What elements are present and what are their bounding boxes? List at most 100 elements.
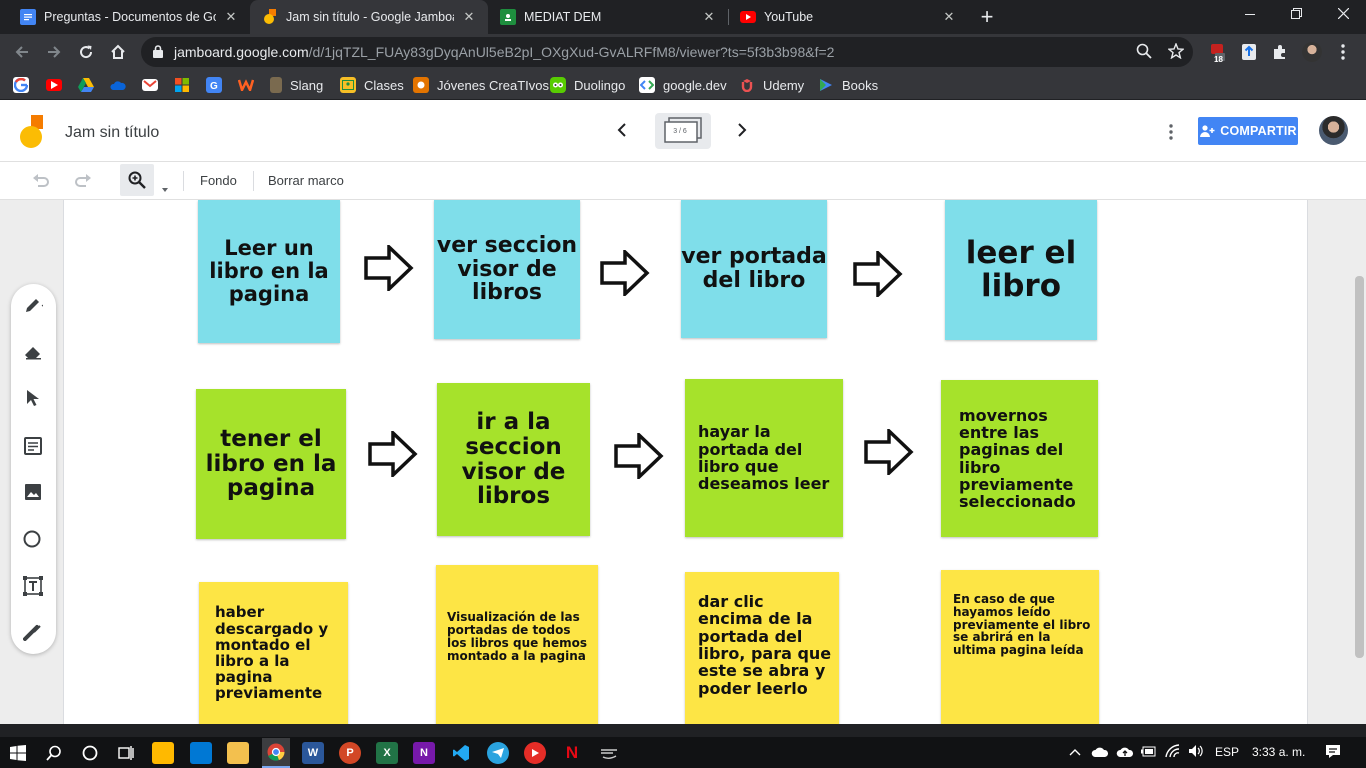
- address-bar[interactable]: jamboard.google.com/d/1jqTZL_FUAy83gDyqA…: [141, 37, 1193, 67]
- search-icon[interactable]: [43, 742, 65, 764]
- vertical-scrollbar[interactable]: [1355, 276, 1364, 658]
- new-tab-button[interactable]: +: [977, 4, 997, 30]
- previous-frame-icon[interactable]: [614, 122, 630, 143]
- sticky-note[interactable]: ir a la seccion visor de libros: [437, 383, 590, 536]
- vscode-icon[interactable]: [450, 742, 472, 764]
- store-icon[interactable]: [152, 742, 174, 764]
- battery-icon[interactable]: [1141, 746, 1157, 760]
- notifications-icon[interactable]: [1325, 744, 1341, 762]
- word-icon[interactable]: W: [302, 742, 324, 764]
- zoom-icon[interactable]: [1136, 43, 1152, 64]
- file-explorer-icon[interactable]: [227, 742, 249, 764]
- forward-button[interactable]: [42, 40, 66, 64]
- redo-icon[interactable]: [74, 173, 92, 194]
- eraser-tool-icon[interactable]: [21, 340, 45, 364]
- account-avatar[interactable]: [1319, 116, 1348, 145]
- bookmark-drive[interactable]: [78, 76, 102, 94]
- shape-tool-icon[interactable]: [21, 527, 45, 551]
- tab-google-docs[interactable]: Preguntas - Documentos de Google ✕: [8, 0, 250, 34]
- powerpoint-icon[interactable]: P: [339, 742, 361, 764]
- wifi-icon[interactable]: [1165, 744, 1181, 761]
- close-icon[interactable]: ✕: [224, 9, 238, 25]
- excel-icon[interactable]: X: [376, 742, 398, 764]
- bookmark-translate[interactable]: G: [206, 76, 230, 94]
- bookmark-clases[interactable]: Clases: [340, 76, 404, 94]
- sticky-note[interactable]: leer el libro: [945, 200, 1097, 340]
- reload-button[interactable]: [74, 40, 98, 64]
- show-hidden-icons-icon[interactable]: [1069, 745, 1081, 759]
- bookmark-office[interactable]: [174, 76, 198, 94]
- jam-title[interactable]: Jam sin título: [65, 124, 159, 142]
- bookmark-star-icon[interactable]: [1167, 42, 1185, 64]
- zoom-button[interactable]: [120, 164, 154, 196]
- profile-avatar[interactable]: [1302, 42, 1322, 62]
- close-icon[interactable]: ✕: [462, 9, 476, 25]
- bookmark-books[interactable]: Books: [818, 76, 878, 94]
- select-tool-icon[interactable]: [21, 386, 45, 410]
- sticky-note[interactable]: ver portada del libro: [681, 200, 827, 338]
- frame-bar-button[interactable]: 3 / 6: [655, 113, 711, 149]
- volume-icon[interactable]: [1188, 744, 1204, 761]
- tab-youtube[interactable]: YouTube ✕: [728, 0, 968, 34]
- bookmark-google[interactable]: [13, 76, 37, 94]
- clock[interactable]: 3:33 a. m.: [1252, 745, 1305, 759]
- jamboard-logo-icon[interactable]: [19, 115, 45, 154]
- right-arrow-icon[interactable]: [614, 433, 664, 479]
- jam-frame[interactable]: Leer un libro en la pagina ver seccion v…: [63, 200, 1308, 724]
- right-arrow-icon[interactable]: [600, 250, 650, 296]
- sticky-note[interactable]: Visualización de las portadas de todos l…: [436, 565, 598, 724]
- puzzle-extensions-icon[interactable]: [1270, 42, 1290, 62]
- upload-extension-icon[interactable]: [1239, 42, 1259, 62]
- youtube-music-icon[interactable]: [524, 742, 546, 764]
- mail-icon[interactable]: [190, 742, 212, 764]
- clear-frame-button[interactable]: Borrar marco: [268, 173, 344, 188]
- bookmark-udemy[interactable]: Udemy: [739, 76, 804, 94]
- laser-tool-icon[interactable]: [21, 620, 45, 644]
- home-button[interactable]: [106, 40, 130, 64]
- cloud-icon[interactable]: [1091, 746, 1109, 760]
- sticky-note[interactable]: En caso de que hayamos leído previamente…: [941, 570, 1099, 724]
- bookmark-onedrive[interactable]: [110, 76, 134, 94]
- bookmark-google-dev[interactable]: google.dev: [639, 76, 727, 94]
- sticky-note[interactable]: movernos entre las paginas del libro pre…: [941, 380, 1098, 537]
- url-text[interactable]: jamboard.google.com/d/1jqTZL_FUAy83gDyqA…: [174, 44, 834, 60]
- share-button[interactable]: COMPARTIR: [1198, 117, 1298, 145]
- sticky-note[interactable]: ver seccion visor de libros: [434, 200, 580, 339]
- bookmark-wattpad[interactable]: [238, 76, 262, 94]
- language-indicator[interactable]: ESP: [1215, 745, 1239, 759]
- pen-tool-icon[interactable]: [21, 293, 45, 317]
- tab-mediat-dem[interactable]: MEDIAT DEM ✕: [488, 0, 728, 34]
- right-arrow-icon[interactable]: [368, 431, 418, 477]
- text-box-tool-icon[interactable]: [21, 574, 45, 598]
- next-frame-icon[interactable]: [734, 122, 750, 143]
- windows-start-icon[interactable]: [7, 742, 29, 764]
- task-view-icon[interactable]: [115, 742, 137, 764]
- sticky-note[interactable]: hayar la portada del libro que deseamos …: [685, 379, 843, 537]
- cortana-icon[interactable]: [79, 742, 101, 764]
- undo-icon[interactable]: [32, 173, 50, 194]
- zoom-dropdown-icon[interactable]: [162, 179, 168, 197]
- lock-icon[interactable]: [153, 45, 163, 63]
- chrome-menu-icon[interactable]: [1333, 42, 1353, 62]
- close-icon[interactable]: ✕: [702, 9, 716, 25]
- background-button[interactable]: Fondo: [200, 173, 237, 188]
- onenote-icon[interactable]: N: [413, 742, 435, 764]
- bookmark-duolingo[interactable]: Duolingo: [550, 76, 625, 94]
- cloud-upload-icon[interactable]: [1116, 744, 1134, 761]
- sticky-note[interactable]: haber descargado y montado el libro a la…: [199, 582, 348, 724]
- back-button[interactable]: [10, 40, 34, 64]
- right-arrow-icon[interactable]: [364, 245, 414, 291]
- bookmark-jovenes-creativos[interactable]: Jóvenes CreaTIvos: [413, 76, 549, 94]
- minimize-button[interactable]: [1227, 0, 1273, 32]
- sticky-note[interactable]: dar clic encima de la portada del libro,…: [685, 572, 839, 724]
- netflix-icon[interactable]: N: [561, 742, 583, 764]
- sticky-note[interactable]: Leer un libro en la pagina: [198, 200, 340, 343]
- bookmark-gmail[interactable]: [142, 76, 166, 94]
- restore-button[interactable]: [1273, 0, 1319, 32]
- chrome-taskbar-icon[interactable]: [262, 738, 290, 768]
- more-options-icon[interactable]: [1169, 124, 1173, 145]
- bookmark-slang[interactable]: Slang: [270, 76, 323, 94]
- prime-video-icon[interactable]: [598, 742, 620, 764]
- bookmark-youtube[interactable]: [46, 76, 70, 94]
- tab-jamboard[interactable]: Jam sin título - Google Jamboard ✕: [250, 0, 488, 34]
